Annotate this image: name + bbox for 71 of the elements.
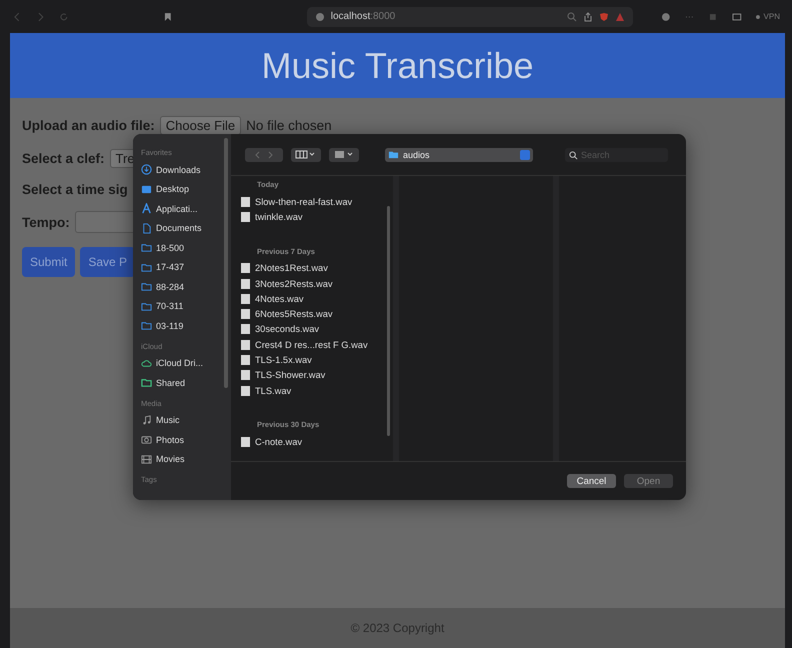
- vpn-label[interactable]: VPN: [764, 12, 780, 21]
- folder-icon: [141, 281, 152, 292]
- sidebar-icon[interactable]: [732, 12, 742, 22]
- sidebar-item[interactable]: 88-284: [141, 277, 231, 296]
- folder-icon: [141, 242, 152, 254]
- download-icon: [141, 164, 152, 176]
- sidebar-item[interactable]: 17-437: [141, 258, 231, 277]
- sidebar-item[interactable]: Documents: [141, 218, 231, 238]
- tempo-label: Tempo:: [22, 214, 70, 230]
- file-item[interactable]: twinkle.wav: [241, 209, 393, 225]
- file-item[interactable]: TLS-Shower.wav: [241, 368, 393, 383]
- folder-icon: [141, 262, 152, 273]
- film-icon: [141, 454, 152, 465]
- scrollbar[interactable]: [387, 206, 390, 436]
- document-icon: [141, 222, 152, 234]
- file-item[interactable]: TLS.wav: [241, 382, 393, 398]
- columns-icon: [295, 150, 317, 159]
- status-dot-icon: [756, 14, 760, 18]
- site-info-icon: [314, 12, 325, 22]
- column-view-button[interactable]: [291, 148, 321, 162]
- zoom-icon[interactable]: [566, 12, 577, 22]
- search-icon: [569, 150, 578, 160]
- sidebar-item[interactable]: Downloads: [141, 160, 231, 180]
- time-signature-label: Select a time sig: [22, 182, 128, 197]
- cloud-icon: [141, 358, 152, 369]
- choose-file-button[interactable]: Choose File: [160, 116, 242, 135]
- folder-icon: [141, 320, 152, 332]
- dialog-button[interactable]: Cancel: [567, 474, 616, 488]
- grid-icon: [333, 150, 355, 159]
- camera-icon: [141, 434, 152, 446]
- music-note-icon: [141, 414, 152, 426]
- share-icon[interactable]: [582, 12, 593, 22]
- chevrons-icon: [254, 150, 274, 158]
- sidebar-item[interactable]: Applicati...: [141, 199, 231, 218]
- page-title: Music Transcribe: [261, 44, 534, 86]
- sidebar-item[interactable]: 03-119: [141, 316, 231, 336]
- sidebar-item[interactable]: Shared: [141, 373, 231, 392]
- file-item[interactable]: Crest4 D res...rest F G.wav: [241, 337, 393, 352]
- location-popup[interactable]: audios: [385, 148, 533, 162]
- file-item[interactable]: 2Notes1Rest.wav: [241, 260, 393, 276]
- group-view-button[interactable]: [329, 148, 359, 162]
- sidebar-item[interactable]: Music: [141, 410, 231, 430]
- clef-label: Select a clef:: [22, 151, 105, 166]
- sidebar-item[interactable]: 18-500: [141, 238, 231, 258]
- file-item[interactable]: 4Notes.wav: [241, 291, 393, 306]
- reload-icon[interactable]: [59, 12, 70, 22]
- bookmark-icon[interactable]: [163, 12, 173, 22]
- file-item[interactable]: Slow-then-real-fast.wav: [241, 194, 393, 210]
- file-item[interactable]: 6Notes5Rests.wav: [241, 306, 393, 322]
- upload-label: Upload an audio file:: [22, 118, 155, 133]
- back-forward-buttons[interactable]: [245, 148, 283, 162]
- back-icon[interactable]: [12, 12, 22, 22]
- desktop-icon: [141, 184, 152, 195]
- sidebar-item[interactable]: Desktop: [141, 180, 231, 199]
- sidebar-item[interactable]: Photos: [141, 430, 231, 450]
- folder-icon: [388, 149, 399, 160]
- sidebar-item[interactable]: 70-311: [141, 296, 231, 316]
- file-status: No file chosen: [246, 118, 332, 133]
- file-item[interactable]: 30seconds.wav: [241, 322, 393, 338]
- folder-icon: [141, 300, 152, 312]
- file-item[interactable]: C-note.wav: [241, 434, 393, 450]
- triangle-icon[interactable]: [614, 12, 625, 22]
- sidebar-item[interactable]: iCloud Dri...: [141, 354, 231, 373]
- applications-icon: [141, 203, 152, 214]
- address-bar[interactable]: localhost:8000: [306, 6, 633, 26]
- scrollbar[interactable]: [224, 138, 228, 388]
- sidebar-item[interactable]: Movies: [141, 450, 231, 469]
- file-item[interactable]: 3Notes2Rests.wav: [241, 276, 393, 292]
- shield-icon[interactable]: [598, 12, 609, 22]
- file-item[interactable]: TLS-1.5x.wav: [241, 352, 393, 368]
- shared-folder-icon: [141, 377, 152, 388]
